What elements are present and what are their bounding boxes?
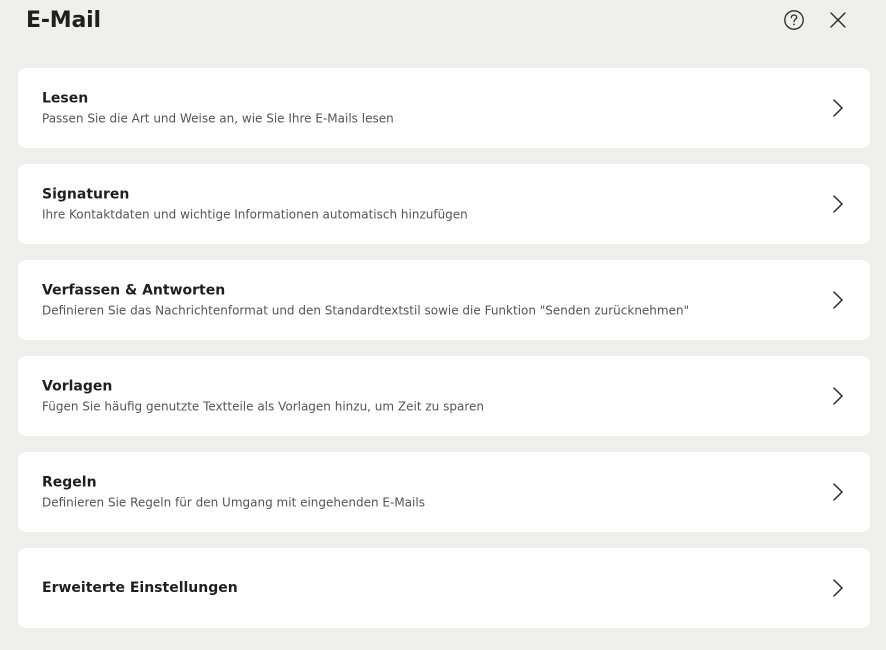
chevron-right-icon (833, 387, 843, 405)
question-circle-icon (784, 10, 804, 30)
close-button[interactable] (826, 8, 850, 32)
dialog-header: E-Mail (0, 0, 886, 44)
page-title: E-Mail (26, 8, 101, 33)
settings-item-text: Regeln Definieren Sie Regeln für den Umg… (42, 474, 802, 511)
settings-item-vorlagen[interactable]: Vorlagen Fügen Sie häufig genutzte Textt… (18, 356, 870, 436)
chevron-right-icon (833, 195, 843, 213)
settings-item-title: Signaturen (42, 186, 130, 203)
help-button[interactable] (782, 8, 806, 32)
settings-item-text: Erweiterte Einstellungen (42, 579, 802, 597)
settings-item-description: Passen Sie die Art und Weise an, wie Sie… (42, 111, 394, 126)
settings-item-text: Verfassen & Antworten Definieren Sie das… (42, 282, 802, 319)
settings-item-text: Lesen Passen Sie die Art und Weise an, w… (42, 90, 802, 127)
settings-item-title: Verfassen & Antworten (42, 282, 226, 299)
settings-item-text: Vorlagen Fügen Sie häufig genutzte Textt… (42, 378, 802, 415)
settings-item-title: Erweiterte Einstellungen (42, 580, 238, 596)
chevron-right-icon (833, 483, 843, 501)
chevron-right-icon (833, 291, 843, 309)
settings-item-erweiterte-einstellungen[interactable]: Erweiterte Einstellungen (18, 548, 870, 628)
settings-item-title: Regeln (42, 474, 97, 491)
settings-item-description: Definieren Sie Regeln für den Umgang mit… (42, 495, 425, 510)
settings-item-title: Vorlagen (42, 378, 113, 395)
settings-item-description: Definieren Sie das Nachrichtenformat und… (42, 303, 690, 318)
settings-item-description: Fügen Sie häufig genutzte Textteile als … (42, 399, 484, 414)
settings-item-regeln[interactable]: Regeln Definieren Sie Regeln für den Umg… (18, 452, 870, 532)
settings-item-lesen[interactable]: Lesen Passen Sie die Art und Weise an, w… (18, 68, 870, 148)
settings-item-description: Ihre Kontaktdaten und wichtige Informati… (42, 207, 468, 222)
settings-item-text: Signaturen Ihre Kontaktdaten und wichtig… (42, 186, 802, 223)
settings-item-verfassen-antworten[interactable]: Verfassen & Antworten Definieren Sie das… (18, 260, 870, 340)
settings-item-signaturen[interactable]: Signaturen Ihre Kontaktdaten und wichtig… (18, 164, 870, 244)
chevron-right-icon (833, 99, 843, 117)
chevron-right-icon (833, 579, 843, 597)
settings-item-title: Lesen (42, 90, 89, 107)
settings-list: Lesen Passen Sie die Art und Weise an, w… (18, 68, 870, 644)
close-icon (830, 12, 846, 28)
